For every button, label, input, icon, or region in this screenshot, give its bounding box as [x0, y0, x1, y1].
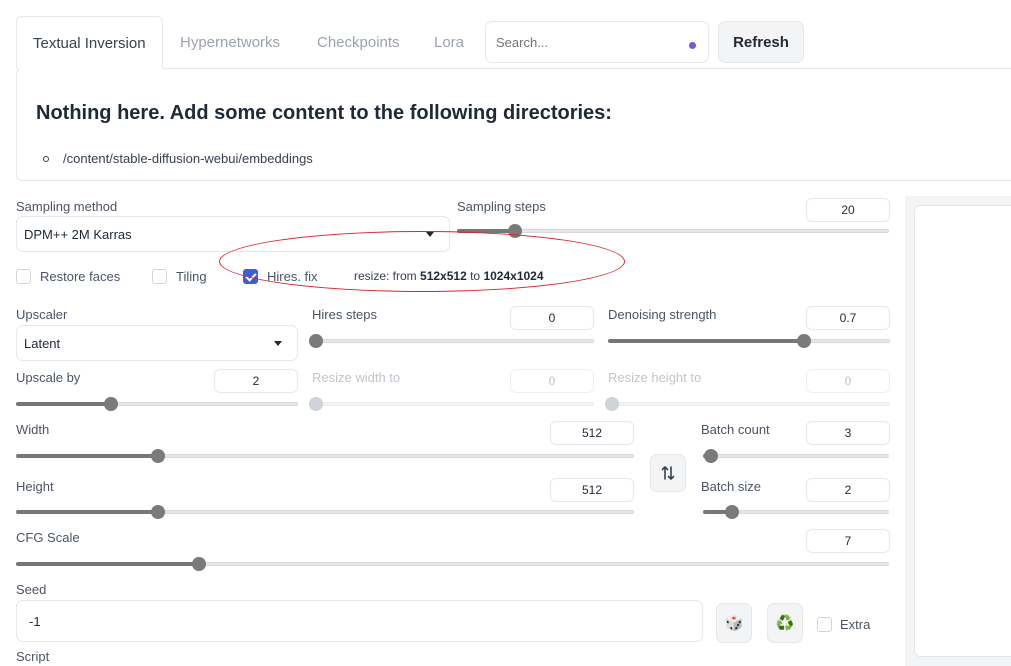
output-gallery — [914, 205, 1011, 657]
resize-width-slider[interactable] — [309, 396, 594, 412]
reuse-seed-button[interactable]: ♻️ — [767, 603, 803, 643]
resize-height-label: Resize height to — [608, 370, 702, 385]
resize-height-input[interactable]: 0 — [806, 369, 890, 393]
hires-steps-label: Hires steps — [312, 307, 378, 322]
cfg-scale-slider[interactable] — [16, 556, 889, 572]
slider-thumb[interactable] — [796, 334, 811, 348]
dice-icon: 🎲 — [724, 615, 744, 632]
recycle-icon: ♻️ — [775, 615, 795, 632]
upscale-by-label: Upscale by — [16, 370, 81, 385]
denoising-strength-input[interactable]: 0.7 — [806, 306, 890, 330]
slider-thumb[interactable] — [725, 505, 740, 519]
list-bullet — [43, 156, 49, 162]
seed-input[interactable] — [16, 600, 703, 642]
script-label: Script — [16, 649, 50, 664]
upscale-by-input[interactable]: 2 — [214, 369, 298, 393]
slider-thumb[interactable] — [150, 449, 165, 463]
search-input[interactable] — [485, 21, 709, 63]
batch-size-slider[interactable] — [703, 504, 889, 520]
seed-label: Seed — [16, 582, 47, 597]
slider-track — [312, 339, 594, 343]
upscaler-value: Latent — [24, 335, 61, 351]
height-slider[interactable] — [16, 504, 634, 520]
sampling-steps-input[interactable]: 20 — [806, 198, 890, 222]
resize-width-input[interactable]: 0 — [510, 369, 594, 393]
swap-vertical-icon — [661, 466, 675, 480]
refresh-button[interactable]: Refresh — [718, 21, 804, 63]
width-label: Width — [16, 422, 50, 437]
tiling-label: Tiling — [176, 269, 207, 284]
cfg-scale-label: CFG Scale — [16, 530, 80, 545]
slider-track — [312, 402, 594, 406]
swap-dimensions-button[interactable] — [650, 454, 686, 492]
slider-track — [608, 402, 890, 406]
tiling-checkbox[interactable] — [152, 269, 167, 284]
search-status-dot — [689, 42, 696, 49]
width-slider[interactable] — [16, 448, 634, 464]
slider-thumb[interactable] — [309, 397, 323, 411]
batch-count-label: Batch count — [701, 422, 770, 437]
slider-thumb[interactable] — [309, 334, 323, 348]
chevron-down-icon — [274, 340, 282, 346]
slider-thumb[interactable] — [191, 557, 206, 571]
restore-faces-label: Restore faces — [40, 269, 121, 284]
slider-thumb[interactable] — [605, 397, 619, 411]
sampling-method-label: Sampling method — [16, 199, 118, 214]
slider-fill — [608, 339, 804, 343]
tab-textual-inversion[interactable]: Textual Inversion — [16, 16, 163, 69]
tab-checkpoints[interactable]: Checkpoints — [301, 16, 416, 69]
slider-thumb[interactable] — [104, 397, 119, 411]
height-label: Height — [16, 479, 54, 494]
upscaler-label: Upscaler — [16, 307, 68, 322]
upscale-by-slider[interactable] — [16, 396, 298, 412]
batch-size-label: Batch size — [701, 479, 761, 494]
sampling-method-value: DPM++ 2M Karras — [24, 226, 132, 242]
hires-steps-slider[interactable] — [309, 333, 594, 349]
resize-height-slider[interactable] — [605, 396, 890, 412]
extra-label: Extra — [840, 617, 871, 632]
sampling-steps-label: Sampling steps — [457, 199, 546, 214]
hires-steps-input[interactable]: 0 — [510, 306, 594, 330]
batch-count-slider[interactable] — [703, 448, 889, 464]
annotation-ellipse — [219, 231, 625, 292]
slider-thumb[interactable] — [150, 505, 165, 519]
slider-track — [703, 454, 889, 458]
resize-width-label: Resize width to — [312, 370, 401, 385]
empty-message: Nothing here. Add some content to the fo… — [36, 102, 612, 124]
slider-fill — [16, 402, 112, 406]
extra-checkbox[interactable] — [817, 617, 832, 632]
upscaler-dropdown[interactable]: Latent — [16, 325, 298, 361]
denoising-strength-slider[interactable] — [608, 333, 890, 349]
cfg-scale-input[interactable]: 7 — [806, 529, 890, 553]
width-input[interactable]: 512 — [550, 421, 634, 445]
slider-thumb[interactable] — [703, 449, 718, 463]
slider-fill — [16, 510, 158, 514]
random-seed-button[interactable]: 🎲 — [716, 603, 752, 643]
tab-hypernetworks[interactable]: Hypernetworks — [164, 16, 296, 69]
batch-size-input[interactable]: 2 — [806, 478, 890, 502]
restore-faces-checkbox[interactable] — [16, 269, 31, 284]
directory-path: /content/stable-diffusion-webui/embeddin… — [63, 151, 313, 166]
slider-fill — [16, 562, 199, 566]
tab-lora[interactable]: Lora — [418, 16, 480, 69]
slider-fill — [16, 454, 158, 458]
batch-count-input[interactable]: 3 — [806, 421, 890, 445]
denoising-strength-label: Denoising strength — [608, 307, 717, 322]
height-input[interactable]: 512 — [550, 478, 634, 502]
